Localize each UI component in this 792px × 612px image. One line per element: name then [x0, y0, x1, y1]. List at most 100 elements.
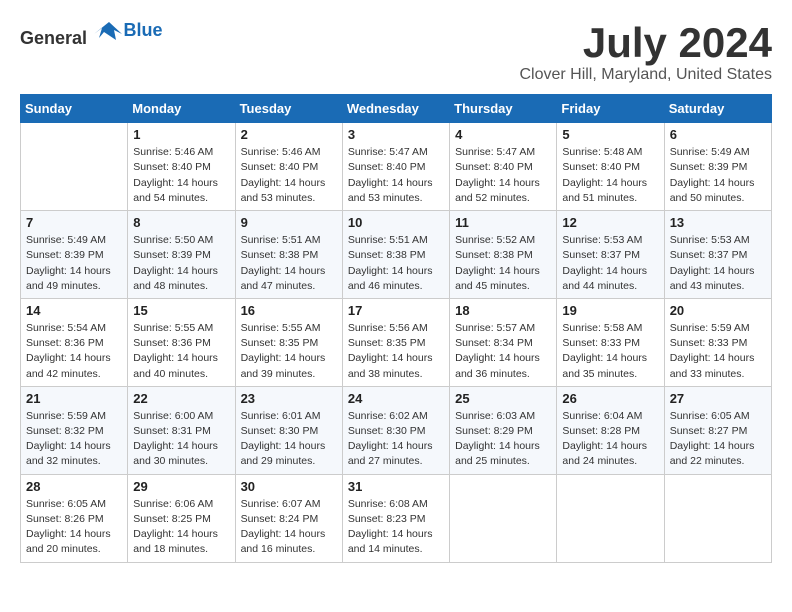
- calendar-cell: 17Sunrise: 5:56 AM Sunset: 8:35 PM Dayli…: [342, 298, 449, 386]
- day-info: Sunrise: 5:56 AM Sunset: 8:35 PM Dayligh…: [348, 321, 444, 382]
- day-number: 14: [26, 303, 122, 318]
- calendar-cell: 11 Sunrise: 5:52 AM Sunset: 8:38 PM Dayli…: [450, 211, 557, 299]
- week-row-4: 21 Sunrise: 5:59 AM Sunset: 8:32 PM Dayli…: [21, 386, 772, 474]
- day-info: Sunrise: 5:58 AM Sunset: 8:33 PM Dayligh…: [562, 321, 658, 382]
- day-info: Sunrise: 6:08 AM Sunset: 8:23 PM Dayligh…: [348, 497, 444, 558]
- calendar-cell: 13 Sunrise: 5:53 AM Sunset: 8:37 PM Dayli…: [664, 211, 771, 299]
- day-info: Sunrise: 5:51 AM Sunset: 8:38 PM Dayligh…: [348, 233, 444, 294]
- calendar-cell: [557, 474, 664, 562]
- calendar-cell: 7 Sunrise: 5:49 AM Sunset: 8:39 PM Daylig…: [21, 211, 128, 299]
- calendar-cell: 22Sunrise: 6:00 AM Sunset: 8:31 PM Dayli…: [128, 386, 235, 474]
- calendar-cell: 2 Sunrise: 5:46 AM Sunset: 8:40 PM Daylig…: [235, 123, 342, 211]
- calendar-cell: 29Sunrise: 6:06 AM Sunset: 8:25 PM Dayli…: [128, 474, 235, 562]
- day-info: Sunrise: 5:53 AM Sunset: 8:37 PM Dayligh…: [670, 233, 766, 294]
- week-row-3: 14 Sunrise: 5:54 AM Sunset: 8:36 PM Dayli…: [21, 298, 772, 386]
- calendar-cell: 1 Sunrise: 5:46 AM Sunset: 8:40 PM Daylig…: [128, 123, 235, 211]
- calendar-table: SundayMondayTuesdayWednesdayThursdayFrid…: [20, 94, 772, 562]
- week-row-2: 7 Sunrise: 5:49 AM Sunset: 8:39 PM Daylig…: [21, 211, 772, 299]
- day-number: 23: [241, 391, 337, 406]
- col-header-wednesday: Wednesday: [342, 95, 449, 123]
- day-info: Sunrise: 5:51 AM Sunset: 8:38 PM Dayligh…: [241, 233, 337, 294]
- col-header-sunday: Sunday: [21, 95, 128, 123]
- day-number: 3: [348, 127, 444, 142]
- calendar-cell: 28 Sunrise: 6:05 AM Sunset: 8:26 PM Dayli…: [21, 474, 128, 562]
- calendar-cell: 12 Sunrise: 5:53 AM Sunset: 8:37 PM Dayli…: [557, 211, 664, 299]
- day-info: Sunrise: 5:48 AM Sunset: 8:40 PM Dayligh…: [562, 145, 658, 206]
- col-header-monday: Monday: [128, 95, 235, 123]
- day-info: Sunrise: 5:57 AM Sunset: 8:34 PM Dayligh…: [455, 321, 551, 382]
- day-number: 19: [562, 303, 658, 318]
- day-info: Sunrise: 5:59 AM Sunset: 8:32 PM Dayligh…: [26, 409, 122, 470]
- calendar-cell: 24Sunrise: 6:02 AM Sunset: 8:30 PM Dayli…: [342, 386, 449, 474]
- day-info: Sunrise: 5:47 AM Sunset: 8:40 PM Dayligh…: [455, 145, 551, 206]
- col-header-saturday: Saturday: [664, 95, 771, 123]
- day-number: 7: [26, 215, 122, 230]
- logo-bird-icon: [94, 20, 124, 44]
- calendar-cell: 31Sunrise: 6:08 AM Sunset: 8:23 PM Dayli…: [342, 474, 449, 562]
- day-info: Sunrise: 5:54 AM Sunset: 8:36 PM Dayligh…: [26, 321, 122, 382]
- day-number: 26: [562, 391, 658, 406]
- day-info: Sunrise: 6:07 AM Sunset: 8:24 PM Dayligh…: [241, 497, 337, 558]
- day-number: 27: [670, 391, 766, 406]
- logo-text: General: [20, 20, 124, 49]
- day-number: 11: [455, 215, 551, 230]
- day-info: Sunrise: 5:46 AM Sunset: 8:40 PM Dayligh…: [133, 145, 229, 206]
- day-number: 12: [562, 215, 658, 230]
- day-number: 20: [670, 303, 766, 318]
- title-area: July 2024 Clover Hill, Maryland, United …: [519, 20, 772, 84]
- calendar-cell: 9 Sunrise: 5:51 AM Sunset: 8:38 PM Daylig…: [235, 211, 342, 299]
- calendar-subtitle: Clover Hill, Maryland, United States: [519, 66, 772, 84]
- day-number: 25: [455, 391, 551, 406]
- day-info: Sunrise: 6:03 AM Sunset: 8:29 PM Dayligh…: [455, 409, 551, 470]
- day-info: Sunrise: 6:00 AM Sunset: 8:31 PM Dayligh…: [133, 409, 229, 470]
- day-info: Sunrise: 6:05 AM Sunset: 8:27 PM Dayligh…: [670, 409, 766, 470]
- day-number: 28: [26, 479, 122, 494]
- calendar-cell: 6Sunrise: 5:49 AM Sunset: 8:39 PM Daylig…: [664, 123, 771, 211]
- calendar-cell: 26Sunrise: 6:04 AM Sunset: 8:28 PM Dayli…: [557, 386, 664, 474]
- calendar-cell: [21, 123, 128, 211]
- day-number: 15: [133, 303, 229, 318]
- calendar-cell: 18Sunrise: 5:57 AM Sunset: 8:34 PM Dayli…: [450, 298, 557, 386]
- day-info: Sunrise: 5:55 AM Sunset: 8:36 PM Dayligh…: [133, 321, 229, 382]
- week-row-1: 1 Sunrise: 5:46 AM Sunset: 8:40 PM Daylig…: [21, 123, 772, 211]
- header-row: SundayMondayTuesdayWednesdayThursdayFrid…: [21, 95, 772, 123]
- page-header: General Blue July 2024 Clover Hill, Mary…: [20, 20, 772, 84]
- calendar-cell: 23Sunrise: 6:01 AM Sunset: 8:30 PM Dayli…: [235, 386, 342, 474]
- day-info: Sunrise: 5:55 AM Sunset: 8:35 PM Dayligh…: [241, 321, 337, 382]
- day-number: 30: [241, 479, 337, 494]
- day-info: Sunrise: 5:50 AM Sunset: 8:39 PM Dayligh…: [133, 233, 229, 294]
- day-number: 8: [133, 215, 229, 230]
- col-header-tuesday: Tuesday: [235, 95, 342, 123]
- calendar-cell: 19 Sunrise: 5:58 AM Sunset: 8:33 PM Dayli…: [557, 298, 664, 386]
- day-info: Sunrise: 5:47 AM Sunset: 8:40 PM Dayligh…: [348, 145, 444, 206]
- day-number: 16: [241, 303, 337, 318]
- calendar-cell: 16 Sunrise: 5:55 AM Sunset: 8:35 PM Dayli…: [235, 298, 342, 386]
- day-info: Sunrise: 5:53 AM Sunset: 8:37 PM Dayligh…: [562, 233, 658, 294]
- calendar-cell: 25 Sunrise: 6:03 AM Sunset: 8:29 PM Dayli…: [450, 386, 557, 474]
- day-number: 21: [26, 391, 122, 406]
- logo: General Blue: [20, 20, 163, 49]
- day-number: 2: [241, 127, 337, 142]
- calendar-cell: [664, 474, 771, 562]
- day-info: Sunrise: 5:49 AM Sunset: 8:39 PM Dayligh…: [26, 233, 122, 294]
- day-number: 4: [455, 127, 551, 142]
- calendar-cell: 8 Sunrise: 5:50 AM Sunset: 8:39 PM Daylig…: [128, 211, 235, 299]
- day-info: Sunrise: 6:02 AM Sunset: 8:30 PM Dayligh…: [348, 409, 444, 470]
- calendar-cell: 14 Sunrise: 5:54 AM Sunset: 8:36 PM Dayli…: [21, 298, 128, 386]
- day-info: Sunrise: 6:05 AM Sunset: 8:26 PM Dayligh…: [26, 497, 122, 558]
- day-info: Sunrise: 5:52 AM Sunset: 8:38 PM Dayligh…: [455, 233, 551, 294]
- calendar-cell: 21 Sunrise: 5:59 AM Sunset: 8:32 PM Dayli…: [21, 386, 128, 474]
- day-info: Sunrise: 5:49 AM Sunset: 8:39 PM Dayligh…: [670, 145, 766, 206]
- calendar-cell: 15 Sunrise: 5:55 AM Sunset: 8:36 PM Dayli…: [128, 298, 235, 386]
- calendar-cell: 20Sunrise: 5:59 AM Sunset: 8:33 PM Dayli…: [664, 298, 771, 386]
- day-number: 13: [670, 215, 766, 230]
- day-info: Sunrise: 5:46 AM Sunset: 8:40 PM Dayligh…: [241, 145, 337, 206]
- calendar-cell: 10Sunrise: 5:51 AM Sunset: 8:38 PM Dayli…: [342, 211, 449, 299]
- calendar-cell: 27 Sunrise: 6:05 AM Sunset: 8:27 PM Dayli…: [664, 386, 771, 474]
- calendar-cell: 30 Sunrise: 6:07 AM Sunset: 8:24 PM Dayli…: [235, 474, 342, 562]
- calendar-cell: 5Sunrise: 5:48 AM Sunset: 8:40 PM Daylig…: [557, 123, 664, 211]
- day-number: 1: [133, 127, 229, 142]
- day-number: 9: [241, 215, 337, 230]
- col-header-thursday: Thursday: [450, 95, 557, 123]
- col-header-friday: Friday: [557, 95, 664, 123]
